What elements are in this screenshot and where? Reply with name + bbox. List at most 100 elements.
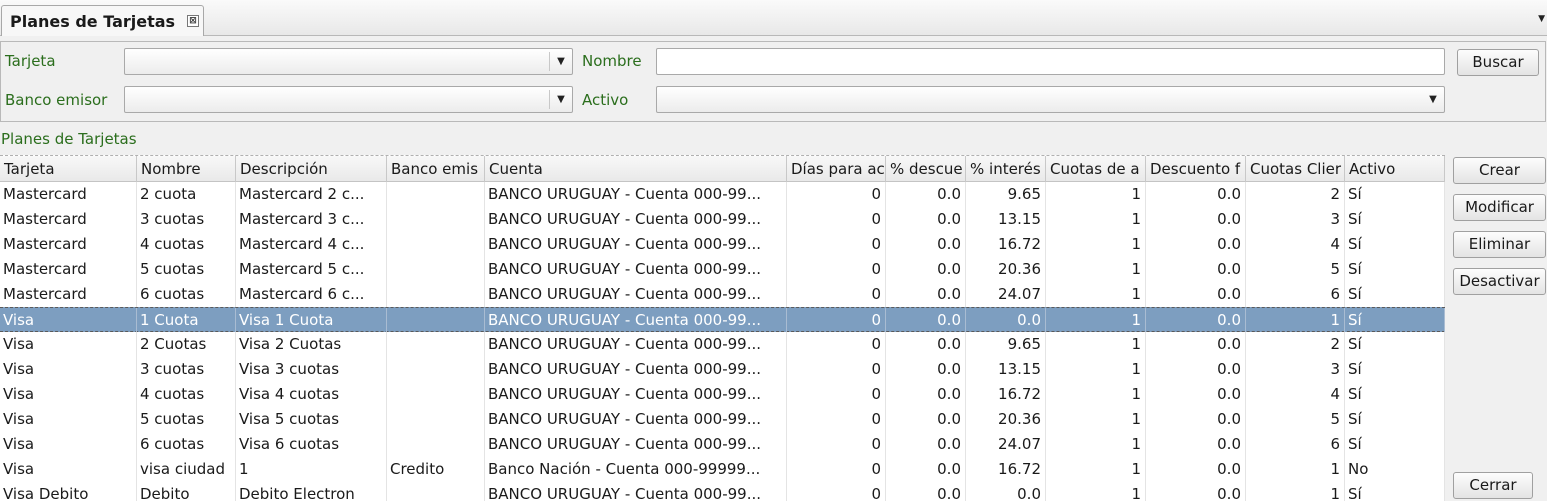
cell-interes: 9.65 — [966, 332, 1046, 357]
cell-cuotas-de-a: 1 — [1046, 332, 1146, 357]
chevron-down-icon[interactable]: ▼ — [1422, 87, 1444, 112]
cell-tarjeta: Visa — [0, 332, 137, 357]
cell-dias: 0 — [787, 432, 886, 457]
banco-emisor-combo[interactable]: ▼ — [124, 86, 573, 113]
table-row[interactable]: Visa 5 cuotas Visa 5 cuotas BANCO URUGUAY -… — [0, 407, 1445, 432]
column-header-descuento-f[interactable]: Descuento f — [1146, 156, 1246, 182]
table-row[interactable]: Mastercard 2 cuota Mastercard 2 c... BANCO … — [0, 182, 1445, 207]
cell-interes: 16.72 — [966, 382, 1046, 407]
cell-descuento-f: 0.0 — [1146, 357, 1246, 382]
cell-banco-emisor — [387, 257, 485, 282]
table-row[interactable]: Visa 3 cuotas Visa 3 cuotas BANCO URUGUAY -… — [0, 357, 1445, 382]
table-row[interactable]: Mastercard 3 cuotas Mastercard 3 c... BANCO… — [0, 207, 1445, 232]
column-header-nombre[interactable]: Nombre — [137, 156, 236, 182]
table-row[interactable]: Mastercard 5 cuotas Mastercard 5 c... BANCO… — [0, 257, 1445, 282]
cell-activo: Sí — [1345, 407, 1445, 432]
cell-cuenta: BANCO URUGUAY - Cuenta 000-99... — [485, 257, 787, 282]
close-icon[interactable]: ⊠ — [187, 15, 199, 27]
cell-descripcion: Visa 1 Cuota — [236, 308, 387, 333]
column-header-cuotas-cliente[interactable]: Cuotas Clier — [1246, 156, 1345, 182]
column-header-tarjeta[interactable]: Tarjeta — [0, 156, 137, 182]
column-header-activo[interactable]: Activo — [1345, 156, 1445, 182]
modificar-button[interactable]: Modificar — [1453, 194, 1546, 221]
cell-interes: 0.0 — [966, 308, 1046, 333]
table-row[interactable]: Visa 6 cuotas Visa 6 cuotas BANCO URUGUAY -… — [0, 432, 1445, 457]
buscar-button[interactable]: Buscar — [1457, 49, 1539, 76]
cell-nombre: 3 cuotas — [137, 357, 236, 382]
cell-dias: 0 — [787, 357, 886, 382]
cell-interes: 9.65 — [966, 182, 1046, 207]
cell-cuotas-de-a: 1 — [1046, 257, 1146, 282]
cell-descuento: 0.0 — [886, 382, 966, 407]
column-header-banco-emisor[interactable]: Banco emis — [387, 156, 485, 182]
cell-tarjeta: Mastercard — [0, 182, 137, 207]
nombre-input[interactable] — [656, 48, 1445, 75]
cell-descripcion: Visa 4 cuotas — [236, 382, 387, 407]
column-header-descripcion[interactable]: Descripción — [236, 156, 387, 182]
cell-cuotas-cliente: 4 — [1246, 232, 1345, 257]
cell-cuotas-cliente: 6 — [1246, 282, 1345, 307]
cell-interes: 13.15 — [966, 357, 1046, 382]
cell-dias: 0 — [787, 332, 886, 357]
chevron-down-icon[interactable]: ▼ — [550, 87, 572, 112]
cell-activo: Sí — [1345, 482, 1445, 501]
table-row[interactable]: Visa 4 cuotas Visa 4 cuotas BANCO URUGUAY -… — [0, 382, 1445, 407]
cerrar-button[interactable]: Cerrar — [1453, 472, 1533, 499]
cell-tarjeta: Visa — [0, 308, 137, 333]
crear-button[interactable]: Crear — [1453, 157, 1546, 184]
cell-descripcion: Mastercard 6 c... — [236, 282, 387, 307]
cell-cuenta: Banco Nación - Cuenta 000-99999... — [485, 457, 787, 482]
table-row[interactable]: Visa Debito Debito Debito Electron BANCO UR… — [0, 482, 1445, 501]
cell-cuotas-cliente: 6 — [1246, 432, 1345, 457]
cell-cuotas-cliente: 3 — [1246, 357, 1345, 382]
cell-nombre: 1 Cuota — [137, 308, 236, 333]
cell-banco-emisor — [387, 332, 485, 357]
cell-descuento: 0.0 — [886, 482, 966, 501]
cell-descuento-f: 0.0 — [1146, 232, 1246, 257]
activo-label: Activo — [582, 91, 629, 109]
table-row[interactable]: Mastercard 6 cuotas Mastercard 6 c... BANCO… — [0, 282, 1445, 307]
cell-descuento: 0.0 — [886, 232, 966, 257]
cell-cuenta: BANCO URUGUAY - Cuenta 000-99... — [485, 482, 787, 501]
cell-cuotas-de-a: 1 — [1046, 357, 1146, 382]
cell-nombre: 2 cuota — [137, 182, 236, 207]
cell-cuenta: BANCO URUGUAY - Cuenta 000-99... — [485, 407, 787, 432]
cell-banco-emisor: Credito — [387, 457, 485, 482]
cell-tarjeta: Mastercard — [0, 282, 137, 307]
cell-dias: 0 — [787, 308, 886, 333]
eliminar-button[interactable]: Eliminar — [1453, 231, 1546, 258]
cell-banco-emisor — [387, 382, 485, 407]
table-row[interactable]: Visa visa ciudad 1 Credito Banco Nación - Cu… — [0, 457, 1445, 482]
column-header-cuotas-de-a[interactable]: Cuotas de a — [1046, 156, 1146, 182]
chevron-down-icon[interactable]: ▼ — [1538, 14, 1545, 24]
cell-tarjeta: Visa — [0, 382, 137, 407]
cell-tarjeta: Mastercard — [0, 257, 137, 282]
column-header-descuento[interactable]: % descue — [886, 156, 966, 182]
column-header-interes[interactable]: % interés — [966, 156, 1046, 182]
cell-activo: Sí — [1345, 257, 1445, 282]
cell-banco-emisor — [387, 182, 485, 207]
column-header-cuenta[interactable]: Cuenta — [485, 156, 787, 182]
cell-descripcion: Mastercard 3 c... — [236, 207, 387, 232]
cell-cuotas-de-a: 1 — [1046, 282, 1146, 307]
cell-cuotas-de-a: 1 — [1046, 232, 1146, 257]
cell-activo: Sí — [1345, 382, 1445, 407]
table-row[interactable]: Visa 1 Cuota Visa 1 Cuota BANCO URUGUAY - C… — [0, 307, 1445, 333]
cell-descuento: 0.0 — [886, 457, 966, 482]
activo-combo[interactable]: ▼ — [656, 86, 1445, 113]
cell-banco-emisor — [387, 308, 485, 333]
desactivar-button[interactable]: Desactivar — [1453, 268, 1546, 295]
table-row[interactable]: Mastercard 4 cuotas Mastercard 4 c... BANCO… — [0, 232, 1445, 257]
tarjeta-combo[interactable]: ▼ — [124, 48, 573, 75]
column-header-dias[interactable]: Días para ac — [787, 156, 886, 182]
cell-tarjeta: Mastercard — [0, 232, 137, 257]
chevron-down-icon[interactable]: ▼ — [550, 49, 572, 74]
cell-activo: Sí — [1345, 332, 1445, 357]
tab-planes-de-tarjetas[interactable]: Planes de Tarjetas ⊠ — [1, 5, 204, 36]
cell-descuento: 0.0 — [886, 257, 966, 282]
table-row[interactable]: Visa 2 Cuotas Visa 2 Cuotas BANCO URUGUAY -… — [0, 332, 1445, 357]
cell-cuenta: BANCO URUGUAY - Cuenta 000-99... — [485, 282, 787, 307]
cell-cuotas-de-a: 1 — [1046, 457, 1146, 482]
planes-table[interactable]: Tarjeta Nombre Descripción Banco emis Cuenta… — [0, 155, 1445, 501]
cell-banco-emisor — [387, 432, 485, 457]
